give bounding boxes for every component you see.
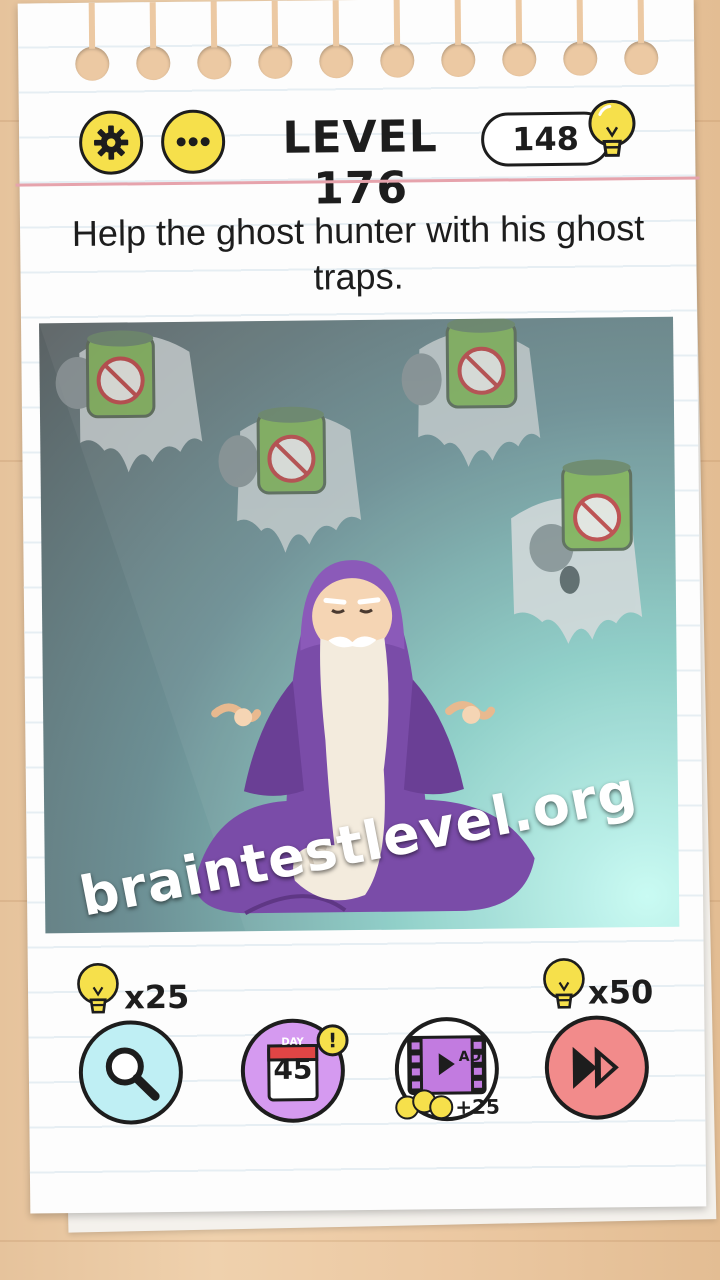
binder-hole (319, 44, 354, 79)
binder-hole (136, 45, 171, 81)
ad-reward: +25 (455, 1094, 500, 1120)
binder-hole (441, 42, 476, 78)
coin-count: 148 (511, 119, 580, 159)
binder-hole (75, 46, 110, 81)
question-text: Help the ghost hunter with his ghost tra… (71, 207, 645, 298)
calendar-day-number: 45 (273, 1052, 313, 1086)
hint-cost: x25 (123, 977, 190, 1017)
binder-hole (380, 43, 415, 78)
skip-level-button[interactable] (544, 1015, 650, 1121)
daily-alert-badge: ! (316, 1024, 349, 1057)
reward-bulbs-icon (395, 1089, 454, 1120)
hint-cost-bulb-icon (77, 963, 119, 1014)
level-title: LEVEL 176 (282, 111, 438, 215)
binder-hole (563, 41, 598, 76)
binder-hole (197, 45, 232, 80)
ellipsis-icon (176, 137, 210, 147)
skip-cost: x50 (587, 972, 654, 1012)
more-options-button[interactable] (160, 109, 226, 175)
gear-icon (94, 125, 129, 160)
calendar-day-label: DAY (281, 1036, 304, 1048)
wood-grain (0, 1240, 720, 1242)
magnifier-icon (105, 1047, 160, 1101)
ad-label: AD (458, 1048, 482, 1066)
lightbulb-icon (588, 99, 636, 157)
hint-button[interactable] (78, 1019, 184, 1125)
settings-button[interactable] (78, 110, 144, 175)
notebook-paper: LEVEL 176 148 Help the ghost hunter with… (15, 0, 707, 1214)
binder-hole (624, 40, 659, 76)
binder-hole (502, 42, 537, 77)
skip-cost-bulb-icon (543, 958, 585, 1009)
fast-forward-icon (572, 1046, 619, 1089)
binder-hole (258, 44, 293, 80)
